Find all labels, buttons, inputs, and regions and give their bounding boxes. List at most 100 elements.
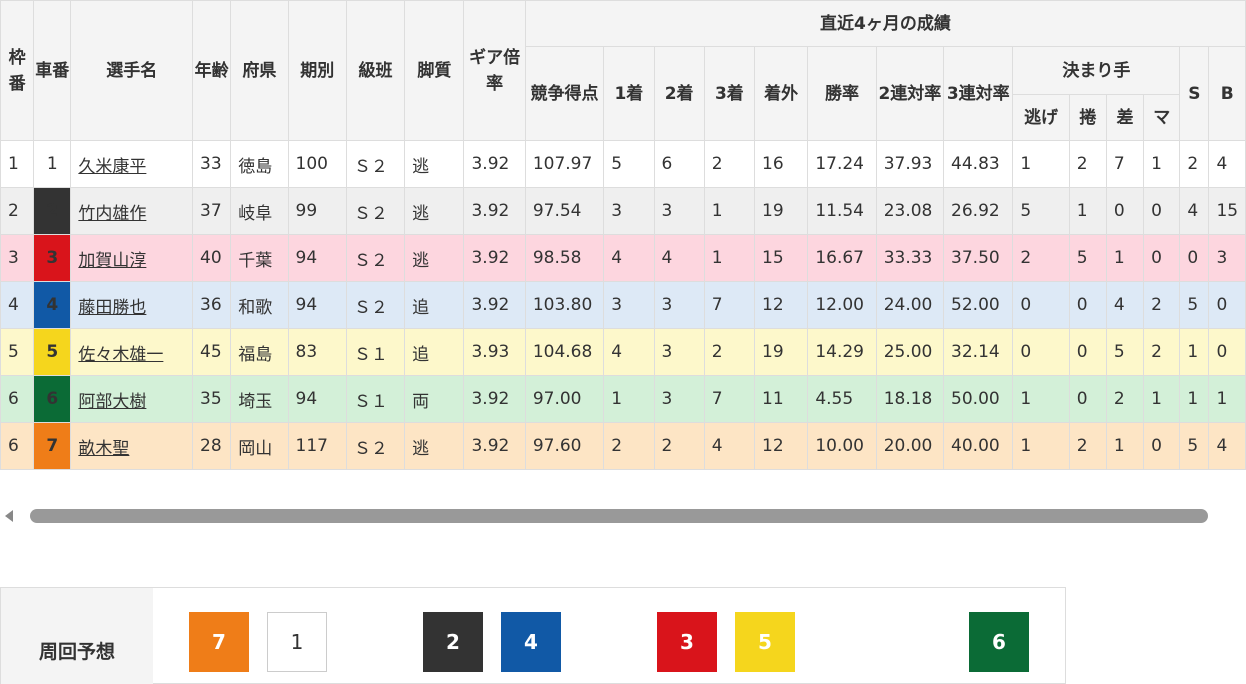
rider-name-cell: 久米康平 <box>70 140 194 188</box>
rider-name-cell: 畝木聖 <box>70 422 194 470</box>
car-number-cell: 3 <box>33 234 72 282</box>
gear-cell: 3.92 <box>463 140 526 188</box>
prediction-box-car: 6 <box>969 612 1029 672</box>
style-cell: 追 <box>404 281 465 329</box>
age-cell: 36 <box>192 281 232 329</box>
out-cell: 19 <box>754 187 809 235</box>
s-cell: 5 <box>1179 422 1210 470</box>
win-rate-cell: 12.00 <box>807 281 877 329</box>
rider-name-cell: 佐々木雄一 <box>70 328 194 376</box>
waku-cell: 1 <box>0 140 35 188</box>
score-cell: 103.80 <box>524 281 605 329</box>
s-cell: 5 <box>1179 281 1210 329</box>
ma-cell: 0 <box>1143 234 1181 282</box>
s-cell: 2 <box>1179 140 1210 188</box>
score-cell: 97.60 <box>524 422 605 470</box>
rider-name-link[interactable]: 畝木聖 <box>78 439 129 459</box>
rider-name-link[interactable]: 佐々木雄一 <box>78 345 163 365</box>
out-cell: 12 <box>754 281 809 329</box>
win-rate-cell: 10.00 <box>807 422 877 470</box>
header-s: S <box>1179 46 1210 141</box>
scroll-thumb[interactable] <box>30 509 1208 523</box>
pref-cell: 岡山 <box>230 422 289 470</box>
first-cell: 1 <box>603 375 655 423</box>
table-row: 6 7 畝木聖 28 岡山 117 Ｓ２ 逃 3.92 97.60 2 2 4 12 10.00 20.00 4… <box>0 422 1246 470</box>
out-cell: 15 <box>754 234 809 282</box>
quinella-rate-cell: 37.93 <box>875 140 945 188</box>
rank-cell: Ｓ１ <box>345 328 406 376</box>
table-row: 6 6 阿部大樹 35 埼玉 94 Ｓ１ 両 3.92 97.00 1 3 7 11 4.55 18.18 50… <box>0 375 1246 423</box>
trio-rate-cell: 40.00 <box>943 422 1014 470</box>
makuri-cell: 0 <box>1068 328 1107 376</box>
sashi-cell: 2 <box>1105 375 1145 423</box>
prediction-box-car: 2 <box>423 612 483 672</box>
b-cell: 4 <box>1208 140 1246 188</box>
ma-cell: 0 <box>1143 187 1181 235</box>
third-cell: 2 <box>703 140 756 188</box>
sashi-cell: 5 <box>1105 328 1145 376</box>
makuri-cell: 5 <box>1068 234 1107 282</box>
header-b: B <box>1208 46 1246 141</box>
s-cell: 0 <box>1179 234 1210 282</box>
waku-cell: 4 <box>0 281 35 329</box>
second-cell: 3 <box>653 328 705 376</box>
term-cell: 100 <box>287 140 347 188</box>
rank-cell: Ｓ２ <box>345 234 406 282</box>
header-rank: 級班 <box>345 0 406 141</box>
car-number-cell: 7 <box>33 422 72 470</box>
quinella-rate-cell: 33.33 <box>875 234 945 282</box>
entry-table-container: 枠番 車番 選手名 年齢 府県 期別 級班 脚質 ギア倍率 直近4ヶ月の成績 競… <box>0 0 1246 470</box>
pref-cell: 埼玉 <box>230 375 289 423</box>
term-cell: 94 <box>287 234 347 282</box>
age-cell: 40 <box>192 234 232 282</box>
third-cell: 1 <box>703 234 756 282</box>
header-recent: 直近4ヶ月の成績 <box>524 0 1246 47</box>
out-cell: 12 <box>754 422 809 470</box>
age-cell: 37 <box>192 187 232 235</box>
third-cell: 7 <box>703 375 756 423</box>
first-cell: 2 <box>603 422 655 470</box>
rank-cell: Ｓ２ <box>345 187 406 235</box>
style-cell: 追 <box>404 328 465 376</box>
scroll-left-arrow-icon[interactable] <box>5 510 13 522</box>
rider-name-link[interactable]: 竹内雄作 <box>78 204 146 224</box>
score-cell: 97.54 <box>524 187 605 235</box>
second-cell: 3 <box>653 281 705 329</box>
rider-name-link[interactable]: 久米康平 <box>78 157 146 177</box>
nige-cell: 5 <box>1012 187 1070 235</box>
win-rate-cell: 17.24 <box>807 140 877 188</box>
header-sashi: 差 <box>1105 94 1145 141</box>
horizontal-scrollbar[interactable] <box>0 503 1246 529</box>
pref-cell: 福島 <box>230 328 289 376</box>
age-cell: 28 <box>192 422 232 470</box>
header-gear: ギア倍率 <box>463 0 526 141</box>
rider-name-link[interactable]: 阿部大樹 <box>78 392 146 412</box>
car-number-cell: 6 <box>33 375 72 423</box>
quinella-rate-cell: 25.00 <box>875 328 945 376</box>
rider-name-link[interactable]: 加賀山淳 <box>78 251 146 271</box>
first-cell: 5 <box>603 140 655 188</box>
prediction-box-car: 7 <box>189 612 249 672</box>
header-pref: 府県 <box>230 0 289 141</box>
table-row: 4 4 藤田勝也 36 和歌 94 Ｓ２ 追 3.92 103.80 3 3 7 12 12.00 24.00… <box>0 281 1246 329</box>
second-cell: 3 <box>653 187 705 235</box>
style-cell: 逃 <box>404 422 465 470</box>
header-makuri: 捲 <box>1068 94 1107 141</box>
rank-cell: Ｓ１ <box>345 375 406 423</box>
header-out: 着外 <box>754 46 809 141</box>
header-quinella-rate: 2連対率 <box>875 46 945 141</box>
header-win-rate: 勝率 <box>807 46 877 141</box>
lap-prediction-label: 周回予想 <box>1 588 153 684</box>
ma-cell: 1 <box>1143 140 1181 188</box>
trio-rate-cell: 26.92 <box>943 187 1014 235</box>
header-style: 脚質 <box>404 0 465 141</box>
ma-cell: 2 <box>1143 328 1181 376</box>
header-third: 3着 <box>703 46 756 141</box>
b-cell: 1 <box>1208 375 1246 423</box>
rider-name-link[interactable]: 藤田勝也 <box>78 298 146 318</box>
second-cell: 4 <box>653 234 705 282</box>
gear-cell: 3.92 <box>463 234 526 282</box>
trio-rate-cell: 52.00 <box>943 281 1014 329</box>
makuri-cell: 0 <box>1068 281 1107 329</box>
sashi-cell: 1 <box>1105 422 1145 470</box>
